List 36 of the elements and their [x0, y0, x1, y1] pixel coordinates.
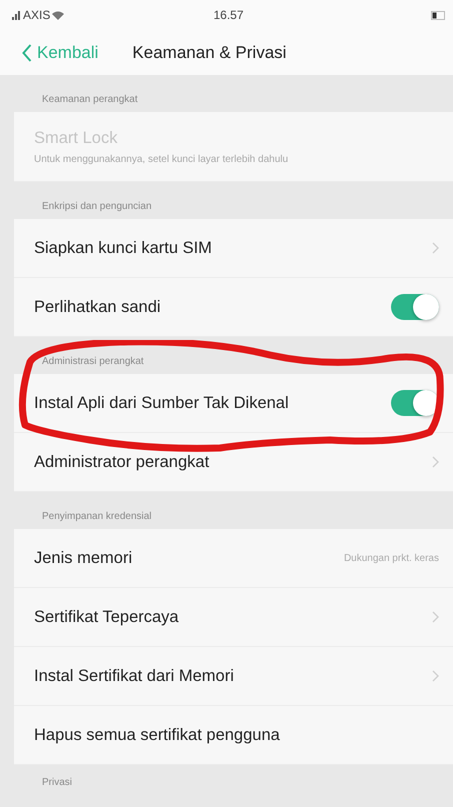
section-header: Keamanan perangkat	[41, 93, 139, 107]
settings-row[interactable]: Hapus semua sertifikat pengguna	[14, 706, 453, 765]
row-value: Dukungan prkt. keras	[344, 552, 439, 564]
row-label: Siapkan kunci kartu SIM	[34, 238, 212, 258]
wifi-icon	[52, 10, 64, 20]
settings-row[interactable]: Administrator perangkat	[14, 433, 453, 492]
toggle-switch[interactable]	[391, 390, 439, 416]
settings-row[interactable]: Perlihatkan sandi	[14, 278, 453, 337]
signal-icon	[12, 10, 21, 20]
row-label: Jenis memori	[34, 548, 132, 568]
chevron-left-icon	[22, 44, 32, 62]
row-label: Instal Apli dari Sumber Tak Dikenal	[34, 394, 289, 412]
carrier-name: AXIS	[23, 8, 50, 22]
section-header: Penyimpanan kredensial	[41, 510, 153, 524]
row-label: Instal Sertifikat dari Memori	[34, 666, 234, 686]
status-time: 16.57	[213, 8, 244, 22]
row-subtitle: Untuk menggunakannya, setel kunci layar terlebih dahulu	[34, 154, 288, 164]
chevron-right-icon	[432, 670, 439, 682]
row-label: Perlihatkan sandi	[34, 298, 161, 316]
settings-row[interactable]: Instal Apli dari Sumber Tak Dikenal	[14, 374, 453, 433]
settings-row[interactable]: Jenis memori Dukungan prkt. keras	[14, 529, 453, 588]
row-label: Hapus semua sertifikat pengguna	[34, 726, 280, 744]
settings-row[interactable]: Instal Sertifikat dari Memori	[14, 647, 453, 706]
settings-row[interactable]: Sertifikat Tepercaya	[14, 588, 453, 647]
chevron-right-icon	[432, 242, 439, 254]
chevron-right-icon	[432, 611, 439, 623]
section-header: Enkripsi dan penguncian	[41, 200, 153, 214]
section-header: Privasi	[41, 776, 74, 790]
toggle-switch[interactable]	[391, 294, 439, 320]
row-label: Sertifikat Tepercaya	[34, 608, 179, 626]
row-label: Administrator perangkat	[34, 452, 210, 472]
settings-row[interactable]: Siapkan kunci kartu SIM	[14, 219, 453, 278]
page-title: Keamanan & Privasi	[132, 42, 286, 62]
chevron-right-icon	[432, 456, 439, 468]
section-header: Administrasi perangkat	[41, 355, 145, 369]
battery-icon	[431, 10, 445, 20]
